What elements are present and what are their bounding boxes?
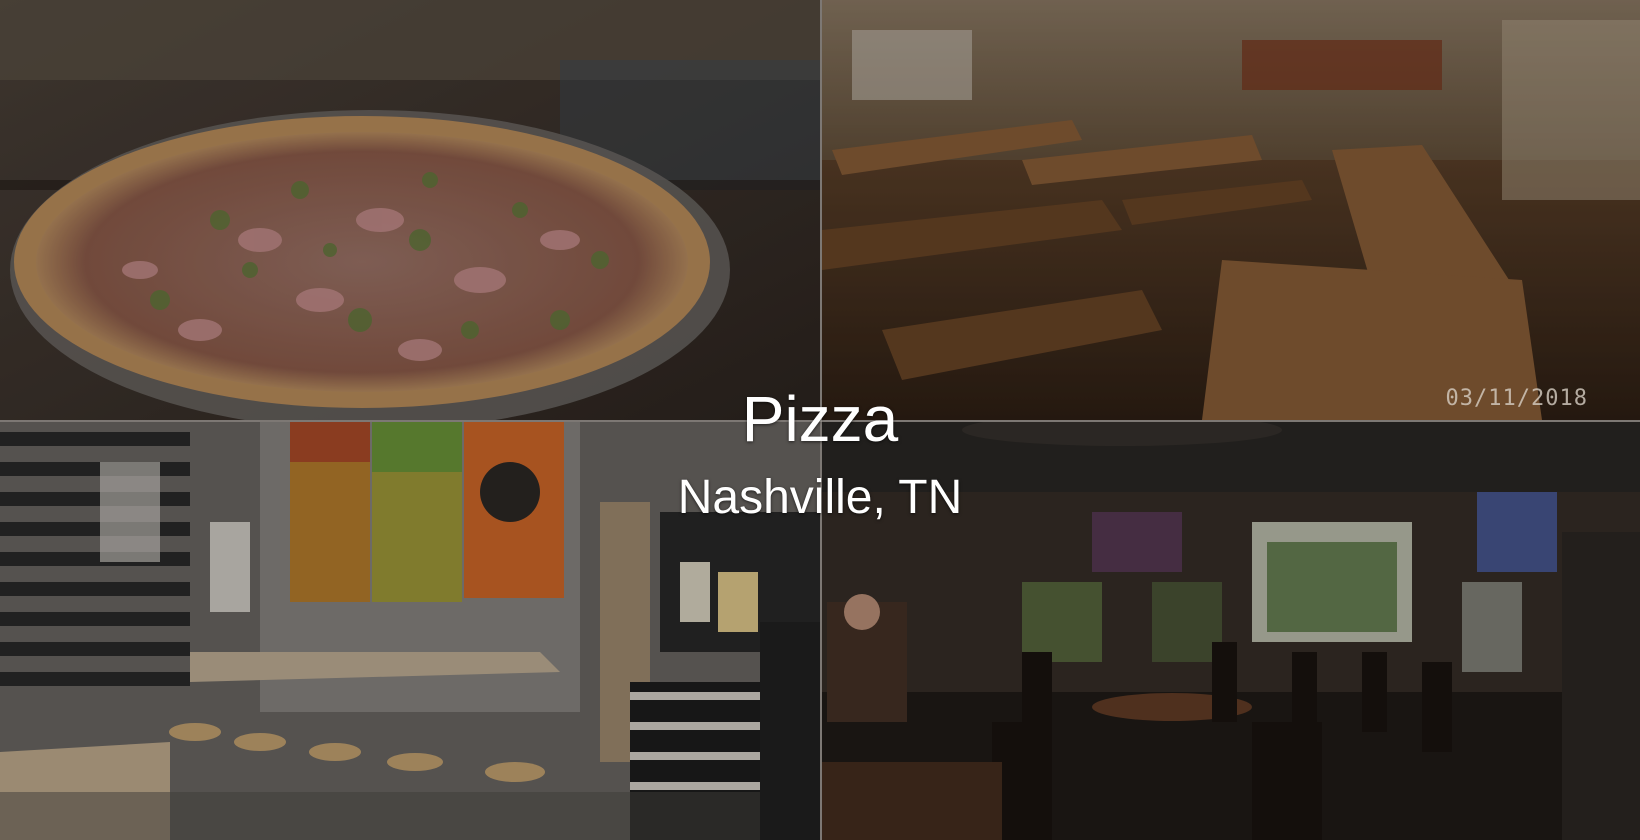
photo-pizza [0,0,820,420]
page-title: Pizza [741,383,899,455]
photo-dining-hall: 03/11/2018 [822,0,1640,420]
location-subtitle: Nashville, TN [677,471,963,524]
